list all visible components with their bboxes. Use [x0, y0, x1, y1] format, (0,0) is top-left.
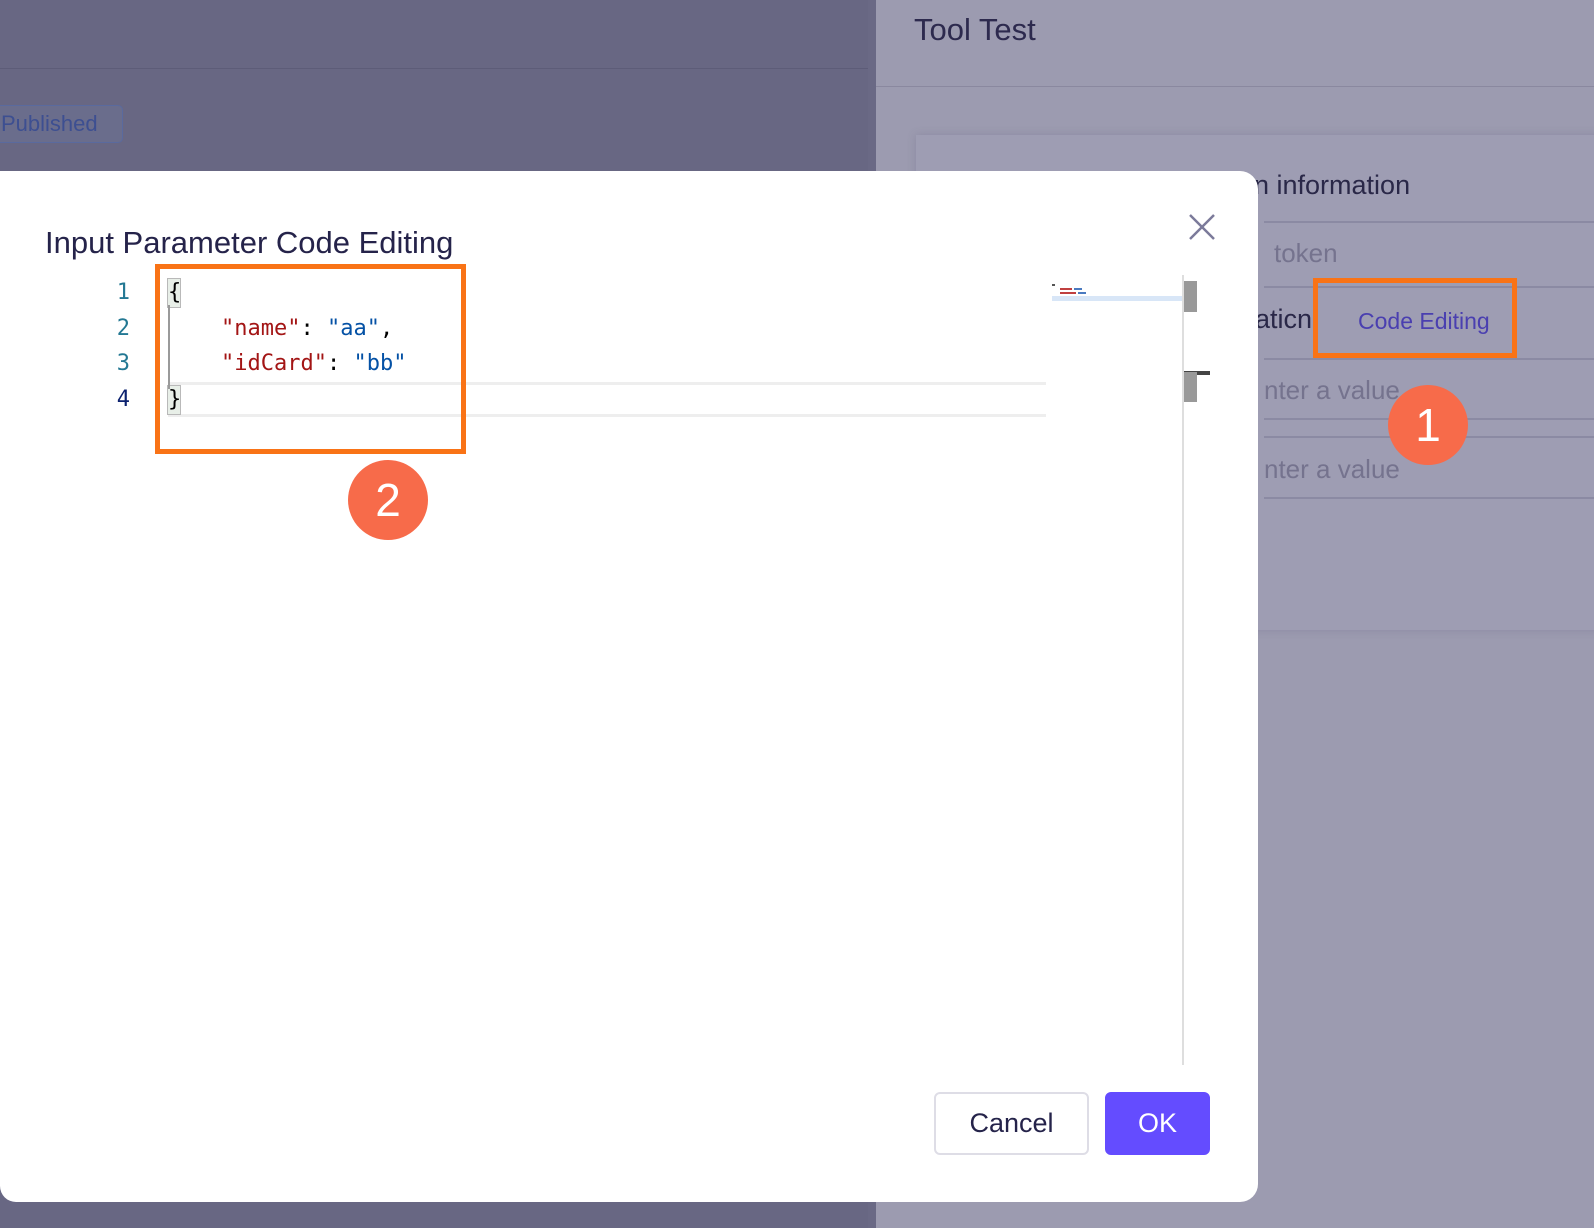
minimap-line [1052, 284, 1055, 286]
value-input-2[interactable]: nter a value [1264, 454, 1400, 485]
line-number: 2 [116, 315, 130, 341]
row-divider [1264, 221, 1594, 223]
minimap-line [1078, 292, 1086, 294]
line-number: 4 [116, 386, 130, 412]
json-punctuation: , [379, 315, 394, 341]
line-number-gutter: 1 2 3 4 [60, 275, 130, 417]
code-text-area[interactable]: { "name": "aa", "idCard": "bb"} [167, 275, 1046, 1072]
scrollbar-overview-marker [1184, 372, 1197, 402]
close-button[interactable] [1184, 209, 1220, 245]
row-divider [1264, 358, 1594, 360]
minimap-current-line [1052, 296, 1184, 301]
code-editor[interactable]: 1 2 3 4 { "name": "aa", "idCard": "bb"} [60, 275, 1210, 1072]
code-line[interactable]: { [167, 275, 1046, 311]
code-line[interactable]: } [167, 381, 1046, 417]
header-divider [0, 68, 868, 69]
step-badge-1: 1 [1388, 385, 1468, 465]
row-divider [1264, 497, 1594, 499]
line-number: 3 [116, 351, 130, 376]
matched-bracket: } [167, 384, 182, 415]
json-punctuation: : [300, 315, 327, 341]
highlight-box-code-editing [1313, 278, 1517, 358]
step-badge-2: 2 [348, 460, 428, 540]
drawer-header-divider [876, 86, 1594, 87]
ok-button[interactable]: OK [1105, 1092, 1210, 1155]
cancel-button[interactable]: Cancel [934, 1092, 1089, 1155]
value-input-1[interactable]: nter a value [1264, 375, 1400, 406]
code-line[interactable]: "idCard": "bb" [168, 346, 1046, 382]
scrollbar-thumb[interactable] [1184, 281, 1197, 312]
drawer-title: Tool Test [914, 12, 1036, 47]
matched-bracket: { [167, 278, 182, 308]
minimap-line [1074, 288, 1082, 290]
minimap-line [1060, 288, 1072, 290]
code-editing-modal: Input Parameter Code Editing 1 2 3 4 { "nam… [0, 171, 1258, 1202]
section-heading: n information [1254, 170, 1411, 200]
config-label-tail: n [1297, 304, 1313, 334]
modal-title: Input Parameter Code Editing [45, 225, 454, 260]
line-number: 1 [116, 280, 130, 305]
minimap[interactable] [1052, 283, 1184, 303]
close-icon [1189, 214, 1215, 240]
json-key: "idCard" [220, 351, 327, 376]
json-string: "bb" [353, 351, 407, 376]
json-string: "aa" [326, 315, 380, 341]
indent-guide [168, 305, 170, 389]
token-field[interactable]: token [1274, 238, 1338, 269]
json-punctuation: : [326, 351, 354, 376]
minimap-line [1060, 292, 1076, 294]
code-line[interactable]: "name": "aa", [168, 311, 1046, 347]
json-key: "name" [220, 315, 301, 341]
status-badge: Published [0, 105, 123, 143]
